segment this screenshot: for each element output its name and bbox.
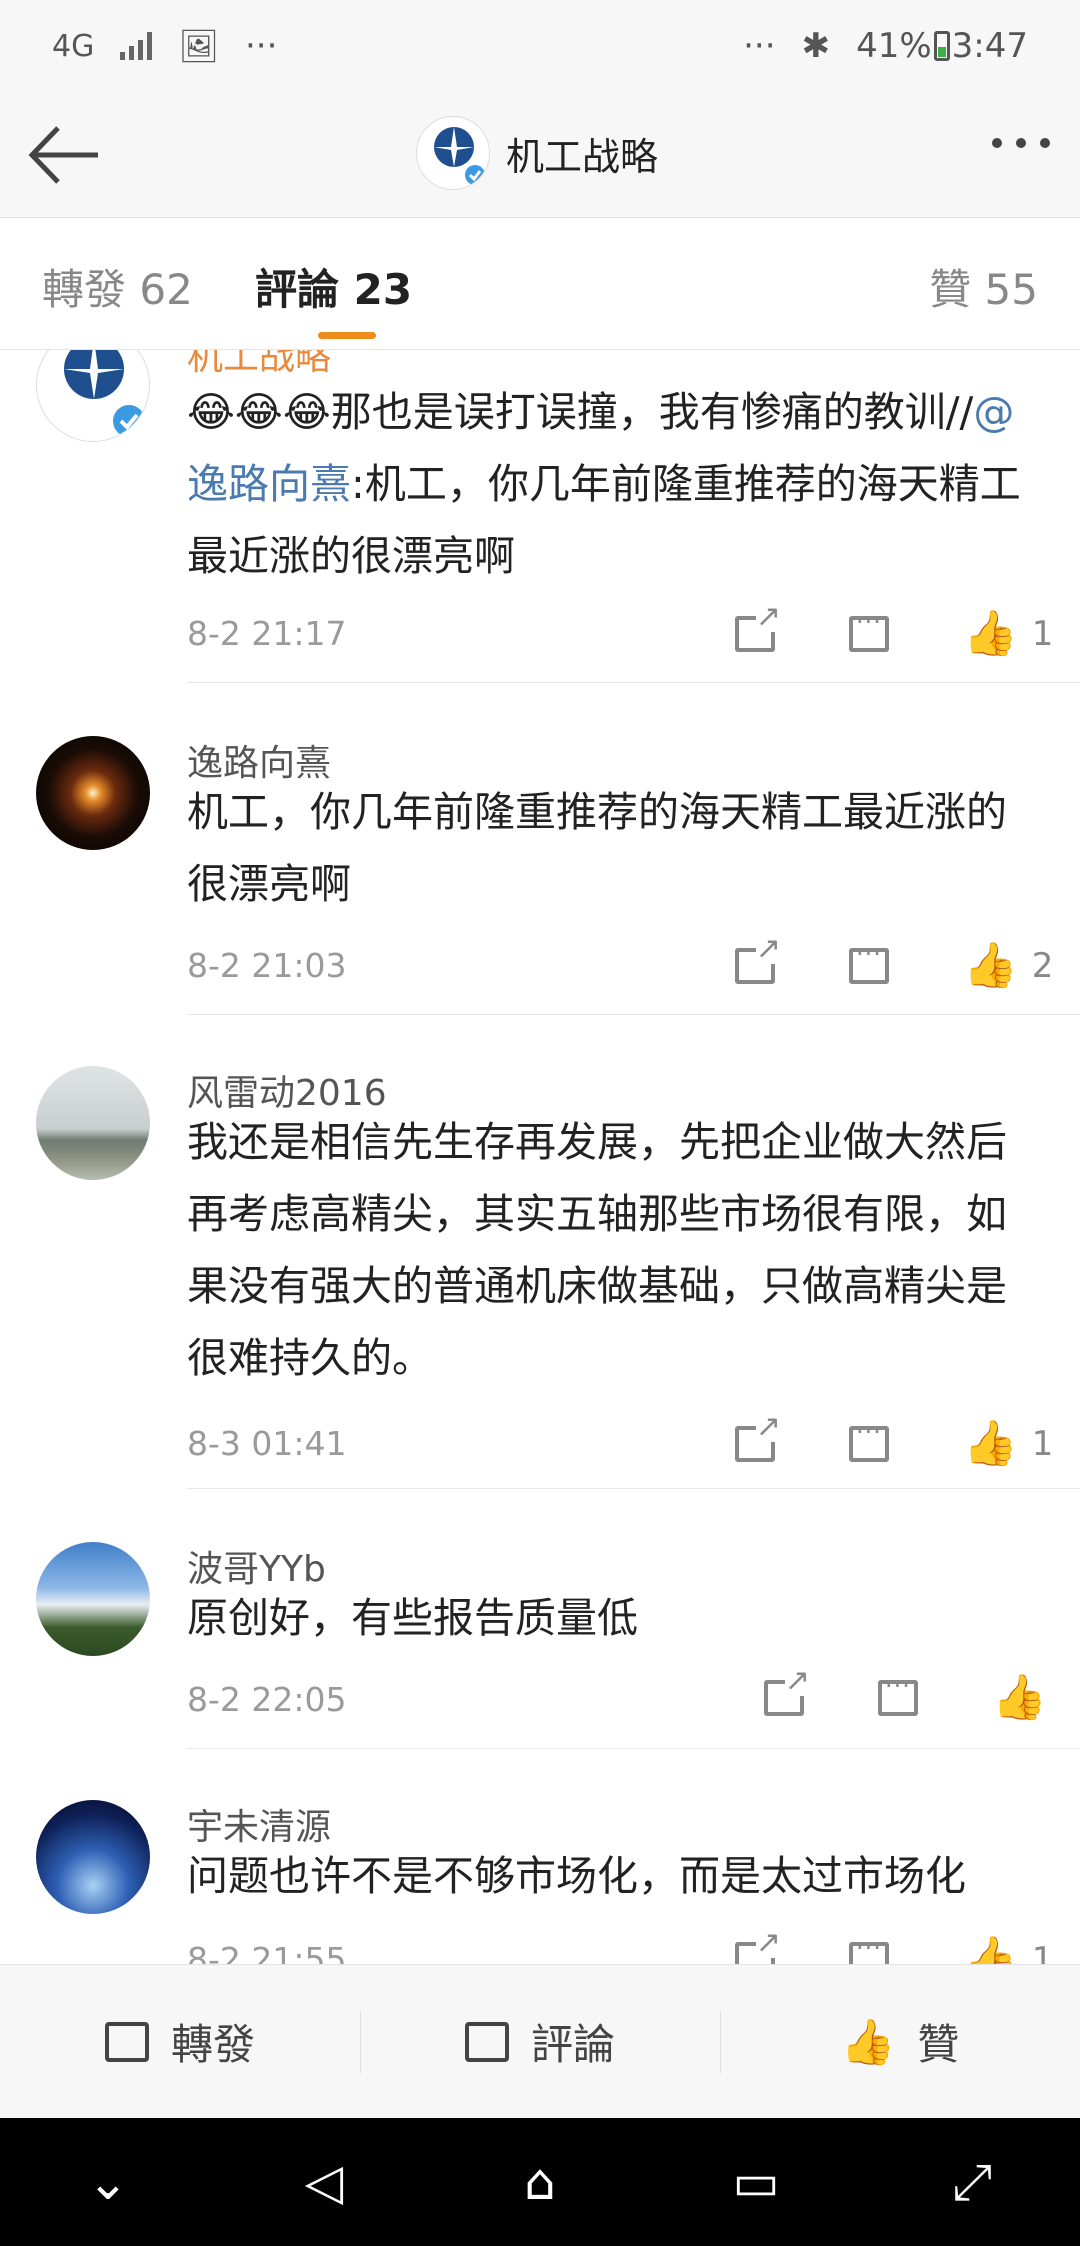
- like-button[interactable]: 👍 贊: [720, 1965, 1080, 2118]
- comment-actions: 👍 1: [735, 1412, 1054, 1466]
- reply-icon[interactable]: [849, 1418, 889, 1462]
- status-more-icon: ···: [244, 26, 278, 66]
- comment-icon: [464, 2021, 509, 2062]
- share-icon[interactable]: [735, 1412, 781, 1462]
- tab-indicator: [318, 332, 376, 339]
- hide-nav-icon[interactable]: ⌄: [68, 2153, 148, 2211]
- battery-percent: 41%: [856, 26, 932, 66]
- tab-bar: 轉發 62 評論 23 贊 55: [0, 218, 1080, 350]
- comment-time: 8-2 22:05: [187, 1680, 347, 1719]
- navigation-bar: 机工战略: [0, 92, 1080, 218]
- share-icon[interactable]: [735, 1928, 781, 1964]
- comment-actions: 👍 2: [735, 934, 1054, 988]
- divider: [187, 1488, 1080, 1489]
- share-icon[interactable]: [735, 602, 781, 652]
- like-count: 1: [1031, 1424, 1054, 1464]
- comment-actions: 👍 1: [735, 1928, 1054, 1965]
- comment-list: 机工战略 😂😂😂那也是误打误撞，我有惨痛的教训//@逸路向熹:机工，你几年前隆重…: [0, 350, 1080, 1964]
- expand-icon[interactable]: ⤢: [932, 2153, 1012, 2212]
- bottom-action-bar: 轉發 評論 👍 贊: [0, 1964, 1080, 2118]
- image-icon: 🖼: [178, 27, 219, 65]
- reply-icon[interactable]: [878, 1672, 918, 1716]
- recents-icon[interactable]: ▭: [716, 2153, 796, 2211]
- repost-button[interactable]: 轉發: [0, 1965, 360, 2118]
- comment-actions: 👍 1: [735, 602, 1054, 656]
- comment-item: 波哥YYb 原创好，有些报告质量低 8-2 22:05 👍: [0, 1490, 1080, 1749]
- like-icon[interactable]: 👍: [963, 1938, 1018, 1965]
- comment-time: 8-2 21:55: [187, 1940, 347, 1964]
- comment-time: 8-3 01:41: [187, 1424, 347, 1463]
- like-count: 1: [1031, 1940, 1054, 1964]
- share-icon[interactable]: [764, 1666, 810, 1716]
- tab-likes[interactable]: 贊 55: [929, 256, 1038, 317]
- reply-icon[interactable]: [849, 1934, 889, 1964]
- account-avatar[interactable]: [416, 116, 490, 190]
- back-icon[interactable]: ◁: [284, 2153, 364, 2211]
- network-indicator: 4G: [52, 28, 95, 64]
- comment-text: 😂😂😂那也是误打误撞，我有惨痛的教训//@逸路向熹:机工，你几年前隆重推荐的海天…: [187, 388, 1021, 580]
- avatar[interactable]: [36, 1542, 150, 1656]
- comment-item: 宇未清源 问题也许不是不够市场化，而是太过市场化 8-2 21:55 👍 1: [0, 1748, 1080, 1964]
- status-bar: 4G 🖼 ··· ··· ✱ 41% 3:47: [0, 0, 1080, 92]
- system-navigation-bar: ⌄ ◁ ⌂ ▭ ⤢: [0, 2118, 1080, 2246]
- like-count: 1: [1031, 614, 1054, 654]
- avatar[interactable]: [36, 1800, 150, 1914]
- comment-label: 評論: [530, 2020, 615, 2069]
- reply-icon[interactable]: [849, 940, 889, 984]
- like-icon[interactable]: 👍: [963, 612, 1018, 656]
- like-icon[interactable]: 👍: [992, 1676, 1047, 1720]
- avatar[interactable]: [36, 736, 150, 850]
- comment-time: 8-2 21:17: [187, 614, 347, 653]
- comment-item: 风雷动2016 我还是相信先生存再发展，先把企业做大然后再考虑高精尖，其实五轴那…: [0, 1014, 1080, 1490]
- tab-comments[interactable]: 評論 23: [255, 256, 412, 317]
- comment-text: 我还是相信先生存再发展，先把企业做大然后再考虑高精尖，其实五轴那些市场很有限，如…: [187, 1118, 1007, 1382]
- tab-repost[interactable]: 轉發 62: [42, 256, 193, 317]
- comment-item: 逸路向熹 机工，你几年前隆重推荐的海天精工最近涨的很漂亮啊 8-2 21:03 …: [0, 684, 1080, 1015]
- logo-icon: [64, 350, 145, 437]
- clock: 3:47: [951, 26, 1028, 66]
- logo-icon: [434, 127, 485, 185]
- comment-text: 原创好，有些报告质量低: [187, 1594, 638, 1642]
- like-label: 贊: [917, 2020, 960, 2069]
- like-icon: 👍: [840, 2016, 896, 2068]
- home-icon[interactable]: ⌂: [500, 2153, 580, 2211]
- share-icon[interactable]: [735, 934, 781, 984]
- avatar[interactable]: [36, 350, 150, 442]
- back-arrow-icon[interactable]: [26, 122, 102, 188]
- status-right-more: ···: [743, 26, 776, 66]
- comment-button[interactable]: 評論: [360, 1965, 720, 2118]
- comment-actions: 👍: [764, 1666, 1061, 1720]
- comment-time: 8-2 21:03: [187, 946, 347, 985]
- comment-text: 问题也许不是不够市场化，而是太过市场化: [187, 1852, 966, 1900]
- divider: [187, 682, 1080, 683]
- more-options-icon[interactable]: [992, 138, 1050, 148]
- comment-item: 机工战略 😂😂😂那也是误打误撞，我有惨痛的教训//@逸路向熹:机工，你几年前隆重…: [0, 350, 1080, 683]
- signal-icon: [120, 32, 153, 60]
- avatar[interactable]: [36, 1066, 150, 1180]
- comment-text: 机工，你几年前隆重推荐的海天精工最近涨的很漂亮啊: [187, 788, 1007, 908]
- page-title: 机工战略: [506, 134, 659, 179]
- bluetooth-icon: ✱: [801, 26, 831, 66]
- repost-icon: [104, 2021, 149, 2062]
- like-count: 2: [1031, 946, 1054, 986]
- battery-icon: [933, 31, 950, 61]
- reply-icon[interactable]: [849, 608, 889, 652]
- like-icon[interactable]: 👍: [963, 1422, 1018, 1466]
- repost-label: 轉發: [170, 2020, 255, 2069]
- like-icon[interactable]: 👍: [963, 944, 1018, 988]
